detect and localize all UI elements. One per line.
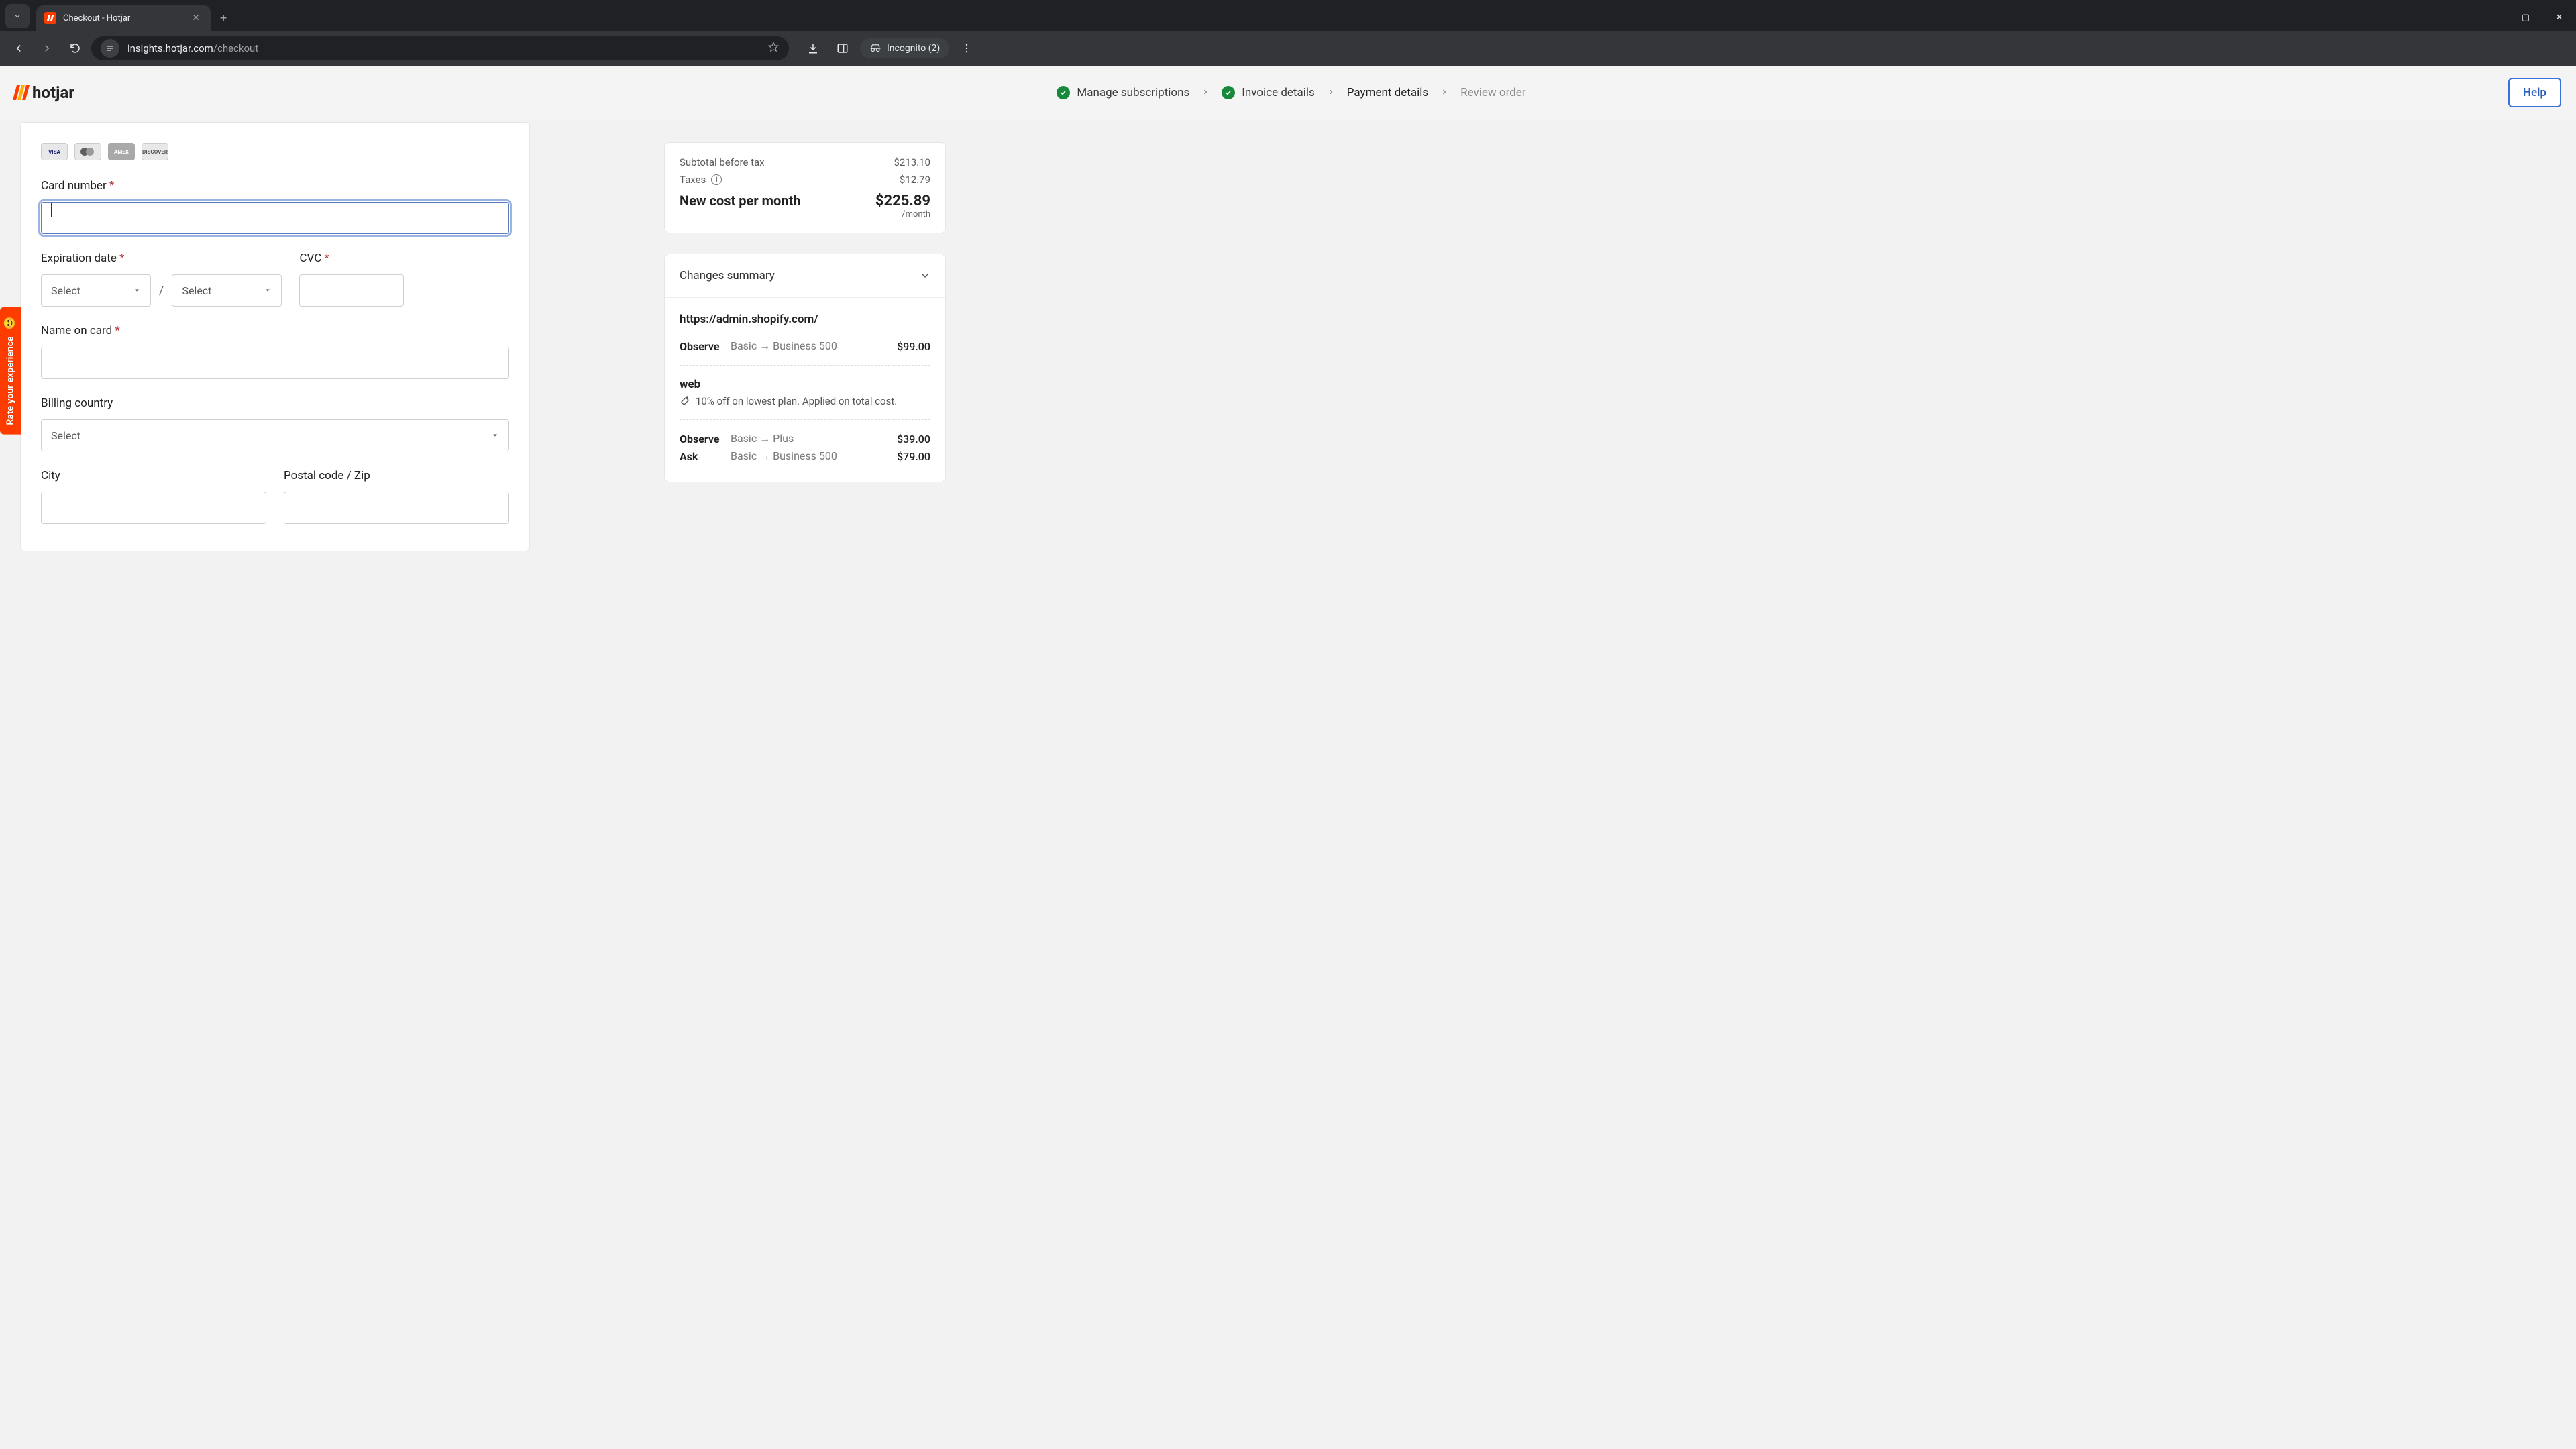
payment-form-card: VISA AMEX DISCOVER Card number * Expirat… xyxy=(20,122,530,551)
expiration-month-select[interactable]: Select xyxy=(41,274,151,307)
chevron-down-icon xyxy=(133,286,141,294)
tab-title: Checkout - Hotjar xyxy=(63,13,189,23)
info-icon[interactable]: i xyxy=(711,174,722,185)
chevron-right-icon xyxy=(1327,86,1335,99)
step-manage-subscriptions[interactable]: Manage subscriptions xyxy=(1057,86,1189,99)
maximize-button[interactable]: ▢ xyxy=(2509,4,2542,31)
back-button[interactable] xyxy=(7,36,31,60)
hotjar-logo[interactable]: hotjar xyxy=(15,83,74,102)
expiration-label: Expiration date * xyxy=(41,252,282,265)
close-window-button[interactable]: ✕ xyxy=(2542,4,2576,31)
site-url: https://admin.shopify.com/ xyxy=(680,313,930,326)
url-text: insights.hotjar.com/checkout xyxy=(127,42,759,54)
cvc-label: CVC * xyxy=(299,252,509,265)
mastercard-icon xyxy=(74,143,101,160)
discount-icon xyxy=(680,396,690,407)
billing-country-label: Billing country xyxy=(41,396,509,410)
address-bar[interactable]: insights.hotjar.com/checkout xyxy=(91,36,789,60)
chevron-right-icon xyxy=(1440,86,1448,99)
changes-summary-toggle[interactable]: Changes summary xyxy=(665,254,945,298)
step-invoice-details[interactable]: Invoice details xyxy=(1222,86,1315,99)
divider xyxy=(680,419,930,420)
content-area[interactable]: VISA AMEX DISCOVER Card number * Expirat… xyxy=(0,119,2576,1449)
step-review-order: Review order xyxy=(1460,86,1525,99)
chevron-down-icon xyxy=(491,431,499,439)
billing-country-select[interactable]: Select xyxy=(41,419,509,451)
discover-icon: DISCOVER xyxy=(142,143,168,160)
chevron-right-icon xyxy=(1201,86,1210,99)
step-payment-details: Payment details xyxy=(1347,86,1428,99)
site-name: web xyxy=(680,378,930,391)
divider xyxy=(680,365,930,366)
bookmark-star-icon[interactable] xyxy=(767,41,780,56)
name-on-card-label: Name on card * xyxy=(41,324,509,337)
checkout-stepper: Manage subscriptions Invoice details Pay… xyxy=(1057,86,1525,99)
discount-note: 10% off on lowest plan. Applied on total… xyxy=(680,395,930,407)
browser-menu-icon[interactable] xyxy=(955,36,979,60)
postal-label: Postal code / Zip xyxy=(284,469,509,482)
browser-toolbar: insights.hotjar.com/checkout Incognito (… xyxy=(0,31,2576,66)
page: Rate your experience 😊 hotjar Manage sub… xyxy=(0,66,2576,1449)
expiration-year-select[interactable]: Select xyxy=(172,274,282,307)
city-input[interactable] xyxy=(41,492,266,524)
subtotal-value: $213.10 xyxy=(894,156,930,168)
change-row: Observe Basic → Plus $39.00 xyxy=(680,432,930,445)
check-icon xyxy=(1057,86,1070,99)
chevron-down-icon xyxy=(264,286,272,294)
hotjar-logo-icon xyxy=(15,85,28,100)
close-tab-icon[interactable]: ✕ xyxy=(189,10,203,26)
browser-tab[interactable]: Checkout - Hotjar ✕ xyxy=(36,5,211,31)
smile-icon: 😊 xyxy=(4,317,17,329)
subtotal-label: Subtotal before tax xyxy=(680,156,765,168)
taxes-value: $12.79 xyxy=(900,174,930,186)
new-tab-button[interactable]: + xyxy=(211,6,236,31)
postal-input[interactable] xyxy=(284,492,509,524)
name-on-card-input[interactable] xyxy=(41,347,509,379)
tab-strip: Checkout - Hotjar ✕ + — ▢ ✕ xyxy=(0,0,2576,31)
check-icon xyxy=(1222,86,1235,99)
window-controls: — ▢ ✕ xyxy=(2475,4,2576,31)
tab-search-dropdown[interactable] xyxy=(5,4,30,28)
date-separator: / xyxy=(159,284,164,298)
card-number-label: Card number * xyxy=(41,179,509,193)
change-row: Observe Basic → Business 500 $99.00 xyxy=(680,339,930,353)
reload-button[interactable] xyxy=(63,36,87,60)
incognito-badge[interactable]: Incognito (2) xyxy=(860,38,949,58)
total-value: $225.89 xyxy=(875,193,930,209)
hotjar-favicon xyxy=(44,12,56,24)
help-button[interactable]: Help xyxy=(2508,78,2561,107)
minimize-button[interactable]: — xyxy=(2475,4,2509,31)
total-period: /month xyxy=(875,209,930,219)
site-info-icon[interactable] xyxy=(101,39,119,58)
feedback-tab[interactable]: Rate your experience 😊 xyxy=(0,307,21,435)
changes-summary-box: Changes summary https://admin.shopify.co… xyxy=(664,254,946,482)
forward-button[interactable] xyxy=(35,36,59,60)
card-brands: VISA AMEX DISCOVER xyxy=(41,143,509,160)
visa-icon: VISA xyxy=(41,143,68,160)
chevron-down-icon xyxy=(920,270,930,281)
cost-summary-box: Subtotal before tax $213.10 Taxes i $12.… xyxy=(664,142,946,233)
summary-column: Subtotal before tax $213.10 Taxes i $12.… xyxy=(664,142,946,482)
card-number-input[interactable] xyxy=(41,202,509,234)
change-row: Ask Basic → Business 500 $79.00 xyxy=(680,449,930,463)
app-header: hotjar Manage subscriptions Invoice deta… xyxy=(0,66,2576,119)
cvc-input[interactable] xyxy=(299,274,404,307)
downloads-icon[interactable] xyxy=(801,36,825,60)
total-label: New cost per month xyxy=(680,193,800,209)
amex-icon: AMEX xyxy=(108,143,135,160)
side-panel-icon[interactable] xyxy=(830,36,855,60)
taxes-label: Taxes xyxy=(680,174,706,186)
city-label: City xyxy=(41,469,266,482)
